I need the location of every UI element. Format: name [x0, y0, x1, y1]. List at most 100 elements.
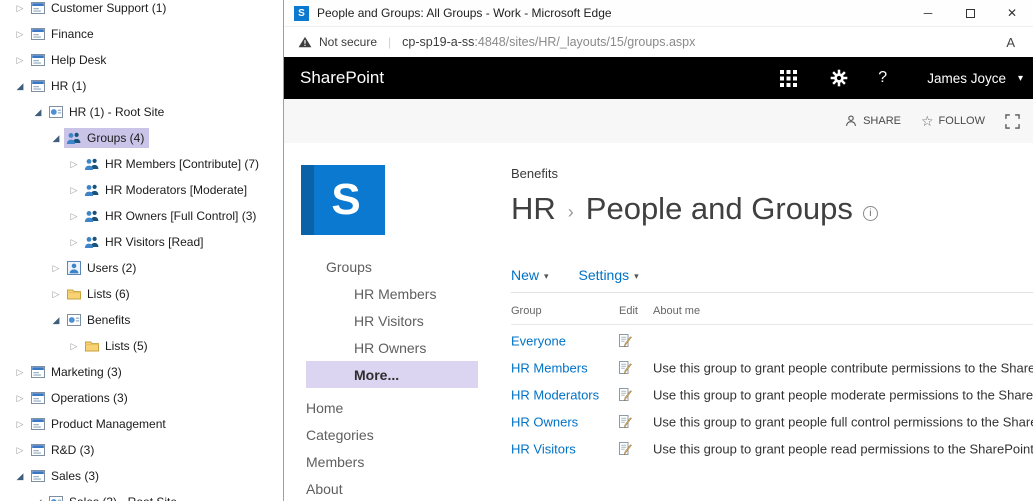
edit-icon[interactable]	[617, 333, 633, 349]
settings-menu[interactable]: Settings▾	[579, 267, 639, 283]
user-menu[interactable]: James Joyce	[927, 71, 1006, 86]
nav-link-hr-members[interactable]: HR Members	[301, 280, 487, 307]
nav-link-hr-owners[interactable]: HR Owners	[301, 334, 487, 361]
share-icon	[844, 114, 858, 128]
group-about: Use this group to grant people contribut…	[653, 360, 1033, 375]
tree-item-groups[interactable]: ◢Groups (4)	[0, 125, 283, 151]
nav-link-members[interactable]: Members	[301, 448, 487, 475]
table-row: HR Visitors Use this group to grant peop…	[511, 435, 1033, 462]
url-path: :4848/sites/HR/_layouts/15/groups.aspx	[474, 35, 695, 49]
tree-item-label: Finance	[51, 27, 94, 41]
tree-item-hr-root-site[interactable]: ◢HR (1) - Root Site	[0, 99, 283, 125]
site-collection-icon	[30, 468, 46, 484]
expand-collapsed-icon[interactable]: ▷	[12, 3, 28, 14]
column-header-about-me[interactable]: About me	[653, 305, 700, 317]
follow-button[interactable]: ☆FOLLOW	[921, 113, 985, 130]
user-menu-caret-icon[interactable]: ▾	[1018, 73, 1023, 84]
caret-down-icon: ▾	[634, 271, 639, 282]
tree-item-customer-support[interactable]: ▷Customer Support (1)	[0, 0, 283, 21]
tree-item-operations[interactable]: ▷Operations (3)	[0, 385, 283, 411]
address-bar[interactable]: Not secure | cp-sp19-a-ss:4848/sites/HR/…	[284, 27, 1033, 57]
edit-icon[interactable]	[617, 360, 633, 376]
info-icon[interactable]: i	[863, 206, 878, 221]
expand-expanded-icon[interactable]: ◢	[30, 107, 46, 118]
selected-tree-item[interactable]: Groups (4)	[64, 128, 149, 148]
expand-collapsed-icon[interactable]: ▷	[12, 393, 28, 404]
focus-mode-button[interactable]	[1005, 114, 1020, 129]
expand-collapsed-icon[interactable]: ▷	[12, 419, 28, 430]
nav-link-more[interactable]: More...	[306, 361, 478, 388]
tree-item-hr-visitors[interactable]: ▷HR Visitors [Read]	[0, 229, 283, 255]
group-link[interactable]: Everyone	[511, 333, 566, 348]
sharepoint-brand[interactable]: SharePoint	[300, 68, 384, 88]
nav-link-home[interactable]: Home	[301, 394, 487, 421]
group-link[interactable]: HR Members	[511, 360, 588, 375]
expand-collapsed-icon[interactable]: ▷	[12, 367, 28, 378]
site-title[interactable]: HR	[511, 191, 556, 227]
tree-item-benefits[interactable]: ◢Benefits	[0, 307, 283, 333]
share-button[interactable]: SHARE	[844, 114, 901, 128]
expand-collapsed-icon[interactable]: ▷	[48, 289, 64, 300]
suite-bar-actions: ? James Joyce ▾	[780, 69, 1033, 87]
help-button[interactable]: ?	[878, 69, 887, 87]
nav-link-hr-visitors[interactable]: HR Visitors	[301, 307, 487, 334]
expand-collapsed-icon[interactable]: ▷	[12, 445, 28, 456]
expand-collapsed-icon[interactable]: ▷	[48, 263, 64, 274]
edit-icon[interactable]	[617, 441, 633, 457]
url-text[interactable]: cp-sp19-a-ss:4848/sites/HR/_layouts/15/g…	[402, 35, 695, 49]
close-button[interactable]: ✕	[991, 0, 1033, 26]
expand-collapsed-icon[interactable]: ▷	[12, 55, 28, 66]
tree-item-product-management[interactable]: ▷Product Management	[0, 411, 283, 437]
expand-expanded-icon[interactable]: ◢	[12, 471, 28, 482]
site-collection-icon	[30, 442, 46, 458]
tree-item-help-desk[interactable]: ▷Help Desk	[0, 47, 283, 73]
expand-expanded-icon[interactable]: ◢	[48, 133, 64, 144]
expand-collapsed-icon[interactable]: ▷	[66, 185, 82, 196]
group-icon	[84, 234, 100, 250]
tree-item-sales[interactable]: ◢ Sales (3)	[0, 463, 283, 489]
edit-icon[interactable]	[617, 387, 633, 403]
group-link[interactable]: HR Moderators	[511, 387, 599, 402]
tree-item-marketing[interactable]: ▷Marketing (3)	[0, 359, 283, 385]
expand-collapsed-icon[interactable]: ▷	[66, 211, 82, 222]
tree-item-benefits-lists[interactable]: ▷Lists (5)	[0, 333, 283, 359]
table-row: Everyone	[511, 327, 1033, 354]
edit-icon[interactable]	[617, 414, 633, 430]
tree-item-lists[interactable]: ▷Lists (6)	[0, 281, 283, 307]
tree-item-hr-moderators[interactable]: ▷HR Moderators [Moderate]	[0, 177, 283, 203]
minimize-button[interactable]: ─	[907, 0, 949, 26]
expand-expanded-icon[interactable]: ◢	[12, 81, 28, 92]
nav-link-categories[interactable]: Categories	[301, 421, 487, 448]
group-link[interactable]: HR Owners	[511, 414, 578, 429]
expand-collapsed-icon[interactable]: ▷	[12, 29, 28, 40]
expand-collapsed-icon[interactable]: ▷	[66, 237, 82, 248]
expand-collapsed-icon[interactable]: ▷	[66, 159, 82, 170]
nav-link-about[interactable]: About	[301, 475, 487, 501]
nav-section-groups[interactable]: Groups	[301, 253, 487, 280]
tree-item-users[interactable]: ▷ Users (2)	[0, 255, 283, 281]
tree-item-hr[interactable]: ◢HR (1)	[0, 73, 283, 99]
maximize-button[interactable]	[949, 0, 991, 26]
sharepoint-logo[interactable]: S	[301, 165, 385, 235]
settings-gear-icon[interactable]	[830, 69, 848, 87]
not-secure-warning-icon	[298, 35, 312, 49]
tree-item-label: Sales (3)	[51, 469, 99, 483]
expand-expanded-icon[interactable]: ◢	[30, 497, 46, 501]
breadcrumb[interactable]: Benefits	[511, 166, 558, 181]
app-launcher-icon[interactable]	[780, 70, 797, 87]
expand-collapsed-icon[interactable]: ▷	[66, 341, 82, 352]
group-link[interactable]: HR Visitors	[511, 441, 576, 456]
column-header-group[interactable]: Group	[511, 305, 542, 317]
tree-item-label: Users (2)	[87, 261, 136, 275]
tree-item-rnd[interactable]: ▷R&D (3)	[0, 437, 283, 463]
tree-item-sales-root-site[interactable]: ◢Sales (3) - Root Site	[0, 489, 283, 501]
security-label[interactable]: Not secure	[319, 35, 377, 49]
tree-item-hr-owners[interactable]: ▷HR Owners [Full Control] (3)	[0, 203, 283, 229]
toolbar-divider	[511, 292, 1033, 293]
expand-expanded-icon[interactable]: ◢	[48, 315, 64, 326]
read-aloud-icon[interactable]: A	[1006, 35, 1019, 50]
groups-table: Everyone HR Members Use this group to gr…	[511, 327, 1033, 462]
tree-item-finance[interactable]: ▷ Finance	[0, 21, 283, 47]
new-menu[interactable]: New▾	[511, 267, 549, 283]
tree-item-hr-members[interactable]: ▷HR Members [Contribute] (7)	[0, 151, 283, 177]
